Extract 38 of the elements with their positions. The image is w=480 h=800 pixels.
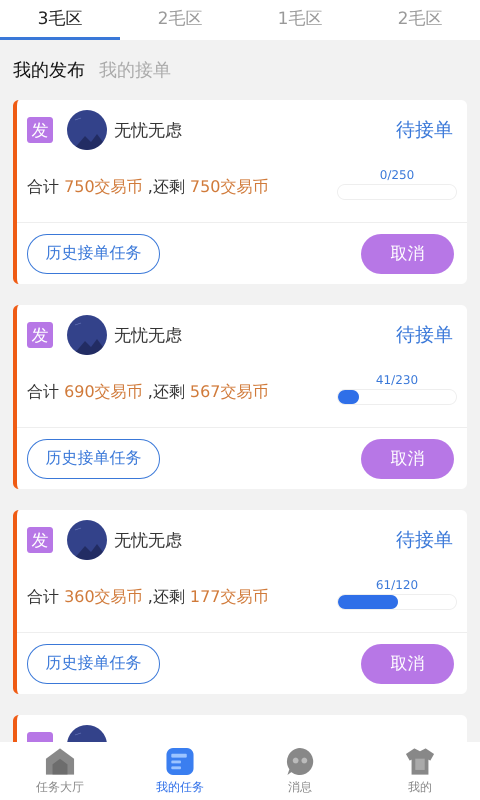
publish-badge: 发 <box>27 322 53 348</box>
subtab[interactable]: 我的接单 <box>99 58 171 82</box>
subtab[interactable]: 我的发布 <box>13 58 85 82</box>
avatar-icon <box>67 315 107 355</box>
tab[interactable]: 1毛区 <box>240 0 360 40</box>
tab[interactable]: 2毛区 <box>360 0 480 40</box>
cancel-button[interactable]: 取消 <box>361 644 454 684</box>
tab[interactable]: 2毛区 <box>120 0 240 40</box>
nav-item[interactable]: 消息 <box>240 742 360 800</box>
status-label: 待接单 <box>396 118 453 143</box>
house-icon <box>45 746 75 776</box>
cancel-button[interactable]: 取消 <box>361 234 454 274</box>
history-button[interactable]: 历史接单任务 <box>27 438 160 478</box>
shirt-icon <box>405 746 435 776</box>
nav-item[interactable]: 任务大厅 <box>0 742 120 800</box>
publish-badge: 发 <box>27 527 53 553</box>
history-button[interactable]: 历史接单任务 <box>27 234 160 274</box>
avatar-icon <box>67 520 107 560</box>
coin-summary: 合计 690交易币 ,还剩 567交易币 <box>27 382 270 402</box>
status-label: 待接单 <box>396 528 453 553</box>
history-button[interactable]: 历史接单任务 <box>27 644 160 684</box>
avatar-icon <box>67 110 107 150</box>
progress-count: 0/250 <box>380 168 414 182</box>
status-label: 待接单 <box>396 323 453 348</box>
coin-summary: 合计 360交易币 ,还剩 177交易币 <box>27 586 270 608</box>
coin-summary: 合计 750交易币 ,还剩 750交易币 <box>27 176 270 198</box>
user-name: 无忧无虑 <box>114 324 183 346</box>
tab[interactable]: 3毛区 <box>0 0 120 40</box>
document-icon <box>165 746 195 776</box>
user-name: 无忧无虑 <box>114 530 183 552</box>
user-name: 无忧无虑 <box>114 120 183 142</box>
cancel-button[interactable]: 取消 <box>361 438 454 478</box>
chat-icon <box>285 746 315 776</box>
progress-count: 41/230 <box>376 373 418 387</box>
nav-item[interactable]: 我的任务 <box>120 742 240 800</box>
publish-badge: 发 <box>27 117 53 143</box>
nav-item[interactable]: 我的 <box>360 742 480 800</box>
progress-count: 61/120 <box>376 578 418 592</box>
